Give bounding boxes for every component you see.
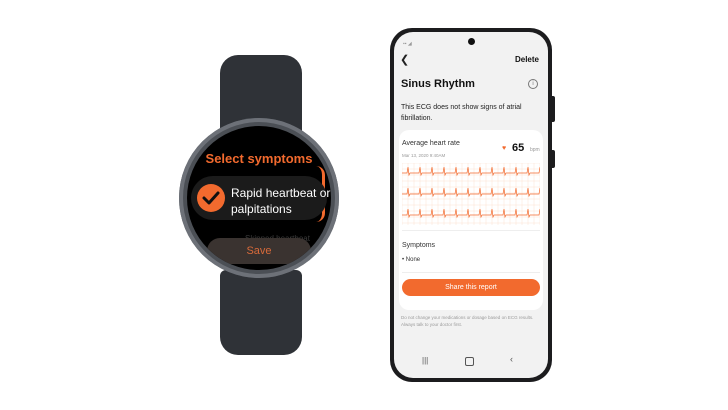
heart-rate-label: Average heart rate (402, 140, 460, 147)
heart-rate-value: 65 (512, 142, 525, 154)
chevron-left-icon[interactable]: ❮ (400, 53, 409, 66)
symptom-option-label: Rapid heartbeat or palpitations (231, 186, 331, 216)
page-title: Sinus Rhythm (401, 78, 475, 90)
heart-rate-unit: bpm (530, 147, 540, 153)
share-report-button[interactable]: Share this report (402, 279, 540, 296)
home-icon[interactable] (465, 357, 474, 366)
volume-button (552, 96, 555, 122)
recording-date: Mar 13, 2020 9:40AM (402, 153, 446, 158)
power-button (552, 150, 555, 168)
symptoms-value: • None (402, 257, 421, 263)
status-bar: ▪▪ ◢ (403, 41, 412, 47)
disclaimer-text: Do not change your medications or dosage… (401, 315, 534, 327)
watch-strap-bottom (220, 270, 302, 355)
info-icon[interactable]: i (528, 79, 538, 89)
phone-screen: ▪▪ ◢ ❮ Delete Sinus Rhythm i This ECG do… (394, 32, 548, 378)
watch-screen: Select symptoms Skipped heartbeat Rapid … (187, 126, 331, 270)
ecg-waveform (402, 163, 540, 225)
heart-icon: ♥ (502, 145, 507, 152)
watch-title: Select symptoms (205, 151, 313, 166)
navigation-bar: ||| ‹ (394, 354, 548, 370)
delete-button[interactable]: Delete (515, 55, 539, 64)
back-nav-icon[interactable]: ‹ (510, 354, 513, 364)
recent-apps-icon[interactable]: ||| (422, 356, 428, 365)
divider (402, 272, 540, 273)
check-icon[interactable] (197, 184, 225, 212)
symptoms-label: Symptoms (402, 242, 436, 249)
ecg-card: Average heart rate Mar 13, 2020 9:40AM ♥… (399, 130, 543, 310)
camera-icon (468, 38, 475, 45)
smartwatch: Select symptoms Skipped heartbeat Rapid … (175, 55, 350, 355)
divider (402, 230, 540, 231)
save-button[interactable]: Save (207, 238, 311, 264)
result-description: This ECG does not show signs of atrial f… (401, 104, 522, 122)
